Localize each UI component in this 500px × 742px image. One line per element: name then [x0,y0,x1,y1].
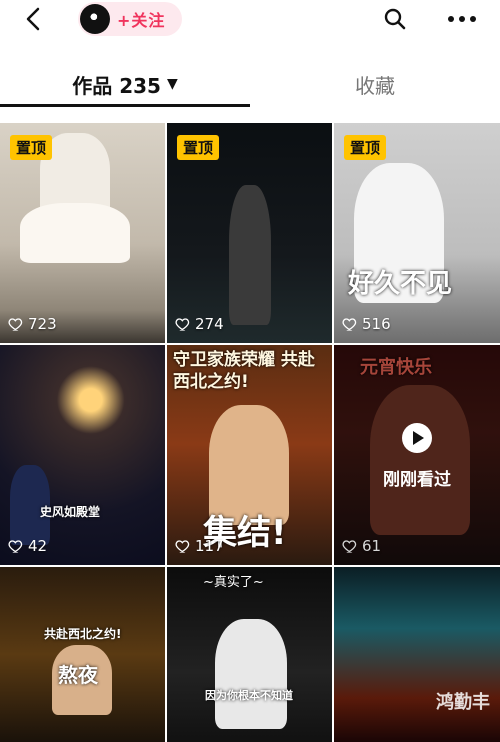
tab-works[interactable]: 作品 235 ▼ [0,62,250,106]
tab-works-label: 作品 235 [72,73,161,98]
pinned-badge: 置顶 [10,135,53,160]
video-tile[interactable]: 鸿勤丰 [334,567,500,742]
watched-overlay [334,345,500,565]
video-caption: 史风如殿堂 [40,505,101,519]
video-caption-top: 守卫家族荣耀 共赴西北之约! [173,350,315,392]
tab-bar: 作品 235 ▼ 收藏 [0,62,500,110]
video-caption-top: 共赴西北之约! [44,627,122,641]
video-tile[interactable]: ~真实了~ 因为你根本不知道 [167,567,332,742]
back-icon[interactable] [16,5,52,33]
video-caption-top: ~真实了~ [203,575,264,590]
watermark: 鸿勤丰 [436,692,490,713]
likes-value: 274 [195,315,224,333]
tab-favorites-label: 收藏 [355,73,395,98]
likes-count: 516 [342,315,391,333]
likes-count: 723 [8,315,57,333]
caret-down-icon: ▼ [166,76,178,92]
video-tile[interactable]: 置顶 好久不见 516 [334,123,500,343]
heart-icon [342,540,357,553]
video-caption: 好久不见 [348,269,453,299]
tab-underline [0,104,250,107]
heart-icon [8,540,23,553]
likes-value: 61 [362,537,382,555]
likes-value: 42 [28,537,48,555]
video-tile[interactable]: 置顶 723 [0,123,165,343]
watched-label: 刚刚看过 [383,470,451,490]
person-figure [215,619,287,729]
person-figure [229,185,271,325]
pinned-badge: 置顶 [344,135,387,160]
likes-value: 117 [195,537,224,555]
heart-icon [8,318,23,331]
video-grid: 置顶 723 置顶 274 置顶 好久不见 516 史风如殿堂 42 守卫家族荣… [0,123,500,742]
avatar[interactable] [80,4,110,34]
likes-value: 516 [362,315,391,333]
video-tile[interactable]: 史风如殿堂 42 [0,345,165,565]
heart-icon [175,318,190,331]
video-tile[interactable]: 元宵快乐 刚刚看过 61 [334,345,500,565]
likes-count: 117 [175,537,224,555]
video-tile[interactable]: 守卫家族荣耀 共赴西北之约! 集结! 117 [167,345,332,565]
likes-count: 42 [8,537,47,555]
heart-icon [175,540,190,553]
search-icon[interactable] [380,4,410,34]
top-bar: +关注 [0,0,500,38]
likes-count: 61 [342,537,381,555]
video-tile[interactable]: 置顶 274 [167,123,332,343]
likes-count: 274 [175,315,224,333]
play-icon[interactable] [402,423,432,453]
video-caption: 因为你根本不知道 [205,689,293,702]
likes-value: 723 [28,315,57,333]
follow-button[interactable]: +关注 [117,7,165,31]
more-icon[interactable] [442,4,482,34]
tab-favorites[interactable]: 收藏 [250,62,500,106]
video-caption-big: 熬夜 [58,663,98,687]
heart-icon [342,318,357,331]
person-figure [20,203,130,263]
video-tile[interactable]: 共赴西北之约! 熬夜 [0,567,165,742]
pinned-badge: 置顶 [177,135,220,160]
